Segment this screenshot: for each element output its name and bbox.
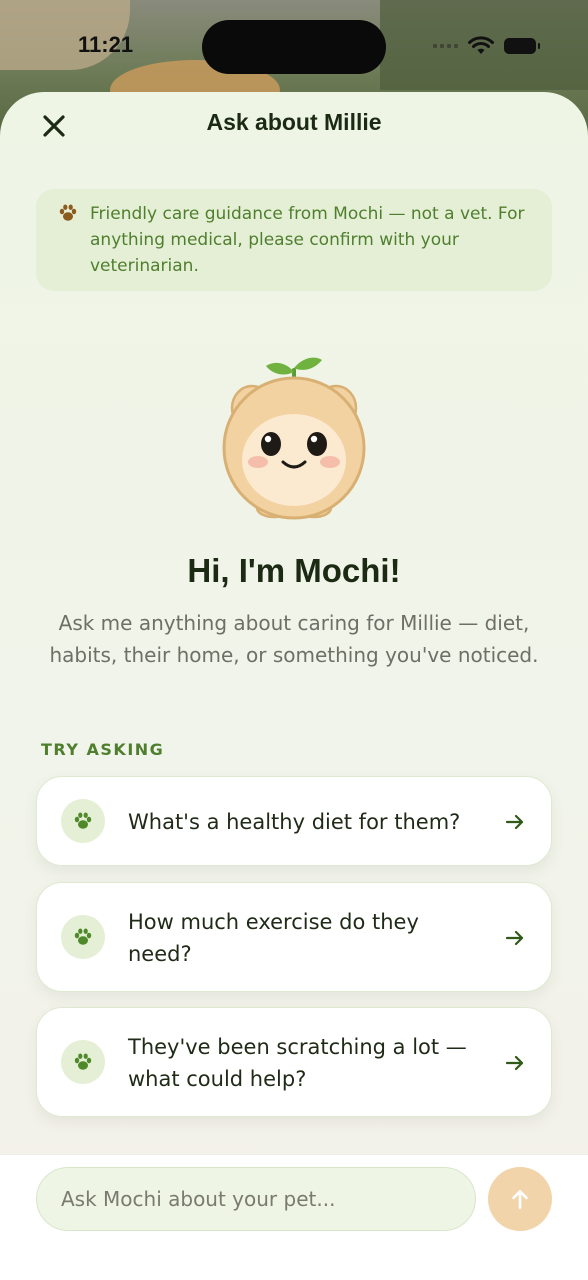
try-asking-label: TRY ASKING xyxy=(41,740,165,759)
status-bar: 11:21 xyxy=(0,0,588,92)
arrow-up-icon xyxy=(512,1190,528,1209)
suggestion-card[interactable]: They've been scratching a lot — what cou… xyxy=(36,1007,552,1117)
send-button[interactable] xyxy=(488,1167,552,1231)
suggestion-text: What's a healthy diet for them? xyxy=(128,810,461,834)
disclaimer-banner: Friendly care guidance from Mochi — not … xyxy=(36,189,552,291)
ask-sheet: Ask about Millie Friendly care guidance … xyxy=(0,92,588,1280)
suggestion-text: How much exercise do they need? xyxy=(128,910,419,966)
paw-icon xyxy=(74,1053,92,1070)
arrow-right-icon xyxy=(505,930,524,946)
paw-icon xyxy=(74,928,92,945)
suggestion-icon-circle xyxy=(61,915,105,959)
greeting-title: Hi, I'm Mochi! xyxy=(187,552,401,589)
paw-icon xyxy=(59,204,77,221)
cellular-signal-icon xyxy=(433,44,458,48)
greeting-subtitle: Ask me anything about caring for Millie … xyxy=(49,611,539,667)
suggestion-icon-circle xyxy=(61,799,105,843)
suggestion-card[interactable]: How much exercise do they need? xyxy=(36,882,552,992)
message-input[interactable]: Ask Mochi about your pet... xyxy=(36,1167,476,1231)
suggestion-icon-circle xyxy=(61,1040,105,1084)
arrow-right-icon xyxy=(505,1055,524,1071)
status-time: 11:21 xyxy=(78,32,134,57)
status-icons xyxy=(433,36,540,56)
message-input-placeholder: Ask Mochi about your pet... xyxy=(61,1187,336,1211)
sheet-header: Ask about Millie xyxy=(0,92,588,156)
suggestion-text: They've been scratching a lot — what cou… xyxy=(128,1035,467,1091)
paw-icon xyxy=(74,812,92,829)
mochi-mascot-icon xyxy=(222,357,366,520)
battery-icon xyxy=(504,38,540,54)
wifi-icon xyxy=(468,36,494,54)
dynamic-island xyxy=(202,20,386,74)
arrow-right-icon xyxy=(505,814,524,830)
message-composer: Ask Mochi about your pet... xyxy=(0,1154,588,1280)
sheet-title: Ask about Millie xyxy=(206,109,382,135)
disclaimer-text: Friendly care guidance from Mochi — not … xyxy=(90,204,525,276)
suggestion-card[interactable]: What's a healthy diet for them? xyxy=(36,776,552,866)
